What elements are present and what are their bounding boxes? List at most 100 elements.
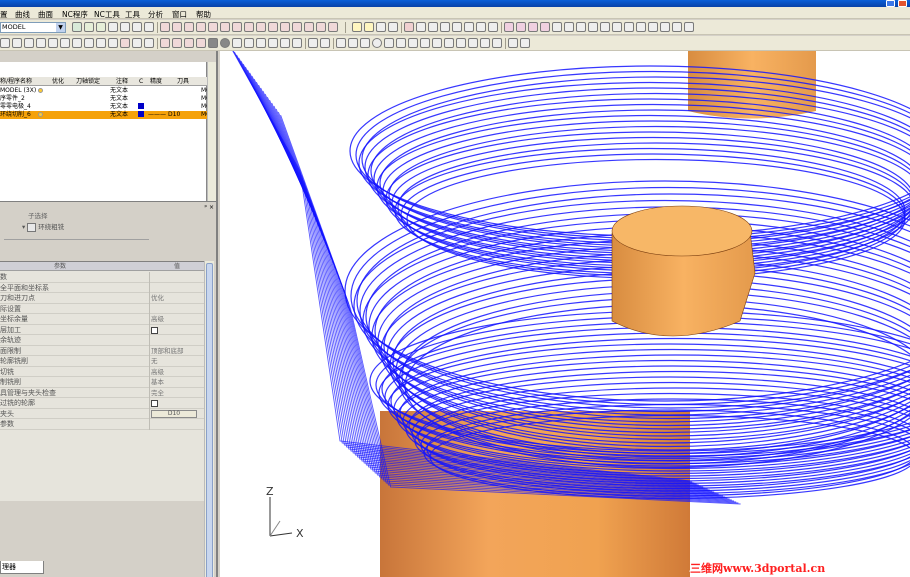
extend-icon[interactable] bbox=[468, 38, 478, 48]
param-row[interactable]: 过铣的轮廓 bbox=[0, 398, 204, 409]
material2-icon[interactable] bbox=[244, 38, 254, 48]
shade-model2-icon[interactable] bbox=[172, 38, 182, 48]
trim-icon[interactable] bbox=[420, 38, 430, 48]
toolpath11-icon[interactable] bbox=[120, 38, 130, 48]
fillet-icon[interactable] bbox=[444, 38, 454, 48]
render3-icon[interactable] bbox=[600, 22, 610, 32]
delete-icon[interactable] bbox=[404, 22, 414, 32]
param-row[interactable]: 刀和进刀点 优化 bbox=[0, 293, 204, 304]
pan-icon[interactable] bbox=[132, 22, 142, 32]
toolpath3-icon[interactable] bbox=[24, 38, 34, 48]
tree-row[interactable]: MODEL (3X) 无文本 MCC bbox=[0, 87, 215, 95]
menu-item-tools[interactable]: 工具 bbox=[125, 9, 140, 20]
render7-icon[interactable] bbox=[660, 22, 670, 32]
col-name[interactable]: 称/程序名称 bbox=[0, 77, 32, 86]
param-col-value[interactable]: 值 bbox=[174, 262, 180, 271]
toolpath7-icon[interactable] bbox=[72, 38, 82, 48]
view-left-icon[interactable] bbox=[232, 22, 242, 32]
boundary-icon[interactable] bbox=[428, 22, 438, 32]
shade-model3-icon[interactable] bbox=[184, 38, 194, 48]
view-iso6-icon[interactable] bbox=[304, 22, 314, 32]
toolpath-scene[interactable]: Z X bbox=[220, 51, 910, 577]
rotate-icon[interactable] bbox=[144, 22, 154, 32]
tool-icon[interactable] bbox=[476, 22, 486, 32]
line3-icon[interactable] bbox=[360, 38, 370, 48]
param-row[interactable]: 切铣 高级 bbox=[0, 366, 204, 377]
param-row[interactable]: 数 bbox=[0, 272, 204, 283]
curve-icon[interactable] bbox=[396, 38, 406, 48]
sphere-shade-icon[interactable] bbox=[220, 38, 230, 48]
simulate-icon[interactable] bbox=[504, 22, 514, 32]
param-row[interactable]: 轮廓铣削 无 bbox=[0, 356, 204, 367]
simulate-step-icon[interactable] bbox=[528, 22, 538, 32]
split-icon[interactable] bbox=[480, 38, 490, 48]
zoom-icon[interactable] bbox=[84, 22, 94, 32]
shade-icon[interactable] bbox=[552, 22, 562, 32]
edit-icon[interactable] bbox=[520, 38, 530, 48]
light-icon[interactable] bbox=[376, 22, 386, 32]
toolpath2-icon[interactable] bbox=[12, 38, 22, 48]
param-col-name[interactable]: 参数 bbox=[54, 262, 66, 271]
checkbox[interactable] bbox=[151, 400, 158, 407]
view-menu-icon[interactable] bbox=[328, 22, 338, 32]
circle-icon[interactable] bbox=[372, 38, 382, 48]
toolpath13-icon[interactable] bbox=[144, 38, 154, 48]
toolpath5-icon[interactable] bbox=[48, 38, 58, 48]
menu-item-analysis[interactable]: 分析 bbox=[148, 9, 163, 20]
toolpath6-icon[interactable] bbox=[60, 38, 70, 48]
material5-icon[interactable] bbox=[280, 38, 290, 48]
view-side-icon[interactable] bbox=[184, 22, 194, 32]
param-row[interactable]: 余轨迹 bbox=[0, 335, 204, 346]
material-icon[interactable] bbox=[232, 38, 242, 48]
tool-select-button[interactable]: D10 bbox=[151, 409, 197, 418]
param-row[interactable]: 夹头 D10 bbox=[0, 408, 204, 419]
search-icon[interactable] bbox=[120, 22, 130, 32]
transform-icon[interactable] bbox=[508, 38, 518, 48]
param-row[interactable]: 参数 bbox=[0, 419, 204, 430]
tree-row[interactable]: 序零件_2 无文本 MCC bbox=[0, 95, 215, 103]
view-top-icon[interactable] bbox=[160, 22, 170, 32]
tree-row[interactable]: 零零电极_4 无文本 MCC bbox=[0, 103, 215, 111]
render5-icon[interactable] bbox=[636, 22, 646, 32]
simulate-start-icon[interactable] bbox=[516, 22, 526, 32]
zoom-window-icon[interactable] bbox=[96, 22, 106, 32]
param-row[interactable]: 面限制 顶部和底部 bbox=[0, 345, 204, 356]
line-icon[interactable] bbox=[336, 38, 346, 48]
toolpath4-icon[interactable] bbox=[36, 38, 46, 48]
render4-icon[interactable] bbox=[612, 22, 622, 32]
measure2-icon[interactable] bbox=[320, 38, 330, 48]
tree-row-selected[interactable]: 环绕切削_6 无文本 ——— D10 MCC bbox=[0, 111, 215, 119]
scroll-thumb[interactable] bbox=[206, 263, 213, 577]
model-combo[interactable]: MODEL ▼ bbox=[0, 22, 66, 33]
stock-icon[interactable] bbox=[488, 22, 498, 32]
simulate-end-icon[interactable] bbox=[540, 22, 550, 32]
col-c[interactable]: C bbox=[139, 77, 143, 86]
close-button[interactable] bbox=[898, 0, 907, 7]
shade-model4-icon[interactable] bbox=[196, 38, 206, 48]
render6-icon[interactable] bbox=[648, 22, 658, 32]
bulb-icon[interactable] bbox=[38, 87, 43, 95]
tab-manager[interactable]: 理器 bbox=[0, 561, 44, 574]
toolpath9-icon[interactable] bbox=[96, 38, 106, 48]
menu-item-window[interactable]: 窗口 bbox=[172, 9, 187, 20]
render2-icon[interactable] bbox=[588, 22, 598, 32]
view-right-icon[interactable] bbox=[244, 22, 254, 32]
light-settings-icon[interactable] bbox=[388, 22, 398, 32]
shade-model-icon[interactable] bbox=[160, 38, 170, 48]
view-front-icon[interactable] bbox=[172, 22, 182, 32]
bulb-icon[interactable] bbox=[38, 111, 43, 119]
view-iso5-icon[interactable] bbox=[292, 22, 302, 32]
arc-icon[interactable] bbox=[384, 38, 394, 48]
view-iso4-icon[interactable] bbox=[280, 22, 290, 32]
col-precision[interactable]: 精度 bbox=[150, 77, 162, 86]
render8-icon[interactable] bbox=[672, 22, 682, 32]
col-tool[interactable]: 刀具 bbox=[177, 77, 189, 86]
col-optimize[interactable]: 优化 bbox=[52, 77, 64, 86]
method-selector[interactable]: ▾ 环绕粗铣 bbox=[22, 221, 64, 232]
wireframe-icon[interactable] bbox=[564, 22, 574, 32]
restore-button[interactable] bbox=[886, 0, 895, 7]
menu-item-nc-tool[interactable]: NC工具 bbox=[94, 9, 120, 20]
render9-icon[interactable] bbox=[684, 22, 694, 32]
pin-icon[interactable]: ᵖ × bbox=[204, 204, 214, 211]
material3-icon[interactable] bbox=[256, 38, 266, 48]
